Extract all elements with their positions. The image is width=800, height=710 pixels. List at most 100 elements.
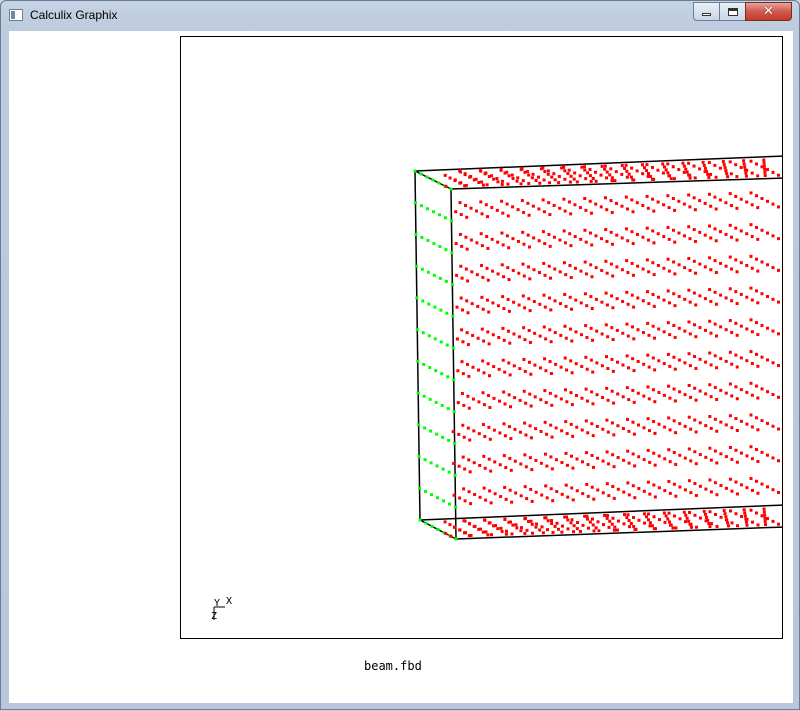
node-red — [641, 203, 645, 207]
node-green — [420, 267, 424, 271]
node-red — [591, 370, 595, 374]
node-red — [584, 324, 588, 328]
node-red — [652, 515, 656, 519]
node-red — [730, 521, 734, 525]
node-red — [477, 432, 481, 436]
node-red — [575, 527, 579, 531]
node-red — [518, 398, 522, 402]
node-red — [503, 517, 507, 521]
node-red — [739, 165, 743, 169]
node-red — [575, 180, 579, 184]
node-red — [531, 531, 534, 535]
node-red — [694, 335, 698, 339]
node-red — [564, 483, 568, 487]
node-red — [549, 308, 553, 312]
node-red — [734, 258, 738, 262]
node-red — [527, 245, 531, 249]
node-red — [685, 170, 689, 174]
node-red — [762, 158, 766, 162]
node-red — [627, 398, 631, 402]
node-red — [706, 519, 710, 523]
node-red — [645, 163, 649, 167]
node-red — [463, 467, 467, 471]
node-red — [528, 309, 532, 313]
node-red — [698, 453, 702, 457]
graphics-viewport[interactable] — [180, 36, 783, 639]
node-red — [496, 240, 500, 244]
node-red — [728, 255, 732, 259]
node-red — [728, 287, 732, 291]
node-red — [694, 493, 698, 497]
app-icon[interactable] — [9, 9, 23, 21]
node-red — [486, 215, 490, 219]
node-red — [641, 267, 645, 271]
title-bar[interactable]: Calculix Graphix ✕ — [1, 1, 799, 31]
node-red — [501, 295, 505, 299]
node-red — [760, 292, 764, 296]
node-red — [646, 417, 650, 421]
node-red — [503, 370, 507, 374]
node-red — [642, 458, 646, 462]
node-red — [491, 333, 495, 337]
node-red — [522, 326, 526, 330]
node-red — [682, 164, 686, 168]
node-red — [521, 294, 525, 298]
node-red — [548, 213, 552, 217]
status-filename: beam.fbd — [364, 659, 422, 673]
node-green — [446, 407, 450, 411]
node-red — [703, 297, 707, 301]
node-green — [438, 276, 442, 280]
node-red — [461, 372, 465, 376]
node-red — [613, 179, 617, 183]
node-red — [740, 515, 743, 519]
node-red — [632, 305, 636, 309]
node-red — [465, 299, 469, 303]
node-red — [584, 387, 588, 391]
minimize-button[interactable] — [693, 2, 720, 21]
node-red — [729, 509, 732, 513]
node-red — [674, 431, 678, 435]
node-red — [483, 518, 487, 522]
node-red — [663, 520, 667, 524]
node-green — [454, 537, 458, 541]
node-red — [557, 181, 561, 185]
node-red — [693, 418, 697, 422]
node-red — [632, 337, 636, 341]
node-red — [511, 268, 515, 272]
node-red — [666, 517, 670, 521]
node-red — [667, 384, 671, 388]
node-red — [584, 177, 588, 181]
node-red — [766, 453, 769, 457]
node-red — [544, 484, 548, 488]
node-red — [549, 487, 553, 491]
node-red — [493, 460, 497, 464]
node-red — [698, 262, 702, 266]
close-button[interactable]: ✕ — [745, 2, 792, 21]
node-red — [588, 199, 592, 203]
node-red — [651, 388, 655, 392]
node-red — [672, 260, 676, 264]
node-red — [674, 494, 678, 498]
node-red — [687, 447, 691, 451]
node-green — [424, 521, 428, 525]
node-red — [513, 396, 517, 400]
node-green — [433, 337, 437, 341]
node-red — [631, 388, 635, 392]
node-green — [449, 219, 453, 223]
node-red — [760, 355, 764, 359]
node-red — [713, 163, 717, 167]
node-red — [648, 460, 652, 464]
node-red — [701, 160, 705, 164]
node-red — [564, 304, 568, 308]
node-red — [589, 263, 593, 267]
node-red — [463, 184, 467, 188]
node-red — [607, 525, 611, 529]
node-red — [739, 292, 743, 296]
node-red — [674, 526, 678, 530]
node-red — [652, 483, 656, 487]
node-red — [734, 194, 738, 198]
node-red — [486, 330, 490, 334]
node-red — [579, 333, 583, 337]
maximize-button[interactable] — [719, 2, 746, 21]
node-red — [507, 246, 511, 250]
